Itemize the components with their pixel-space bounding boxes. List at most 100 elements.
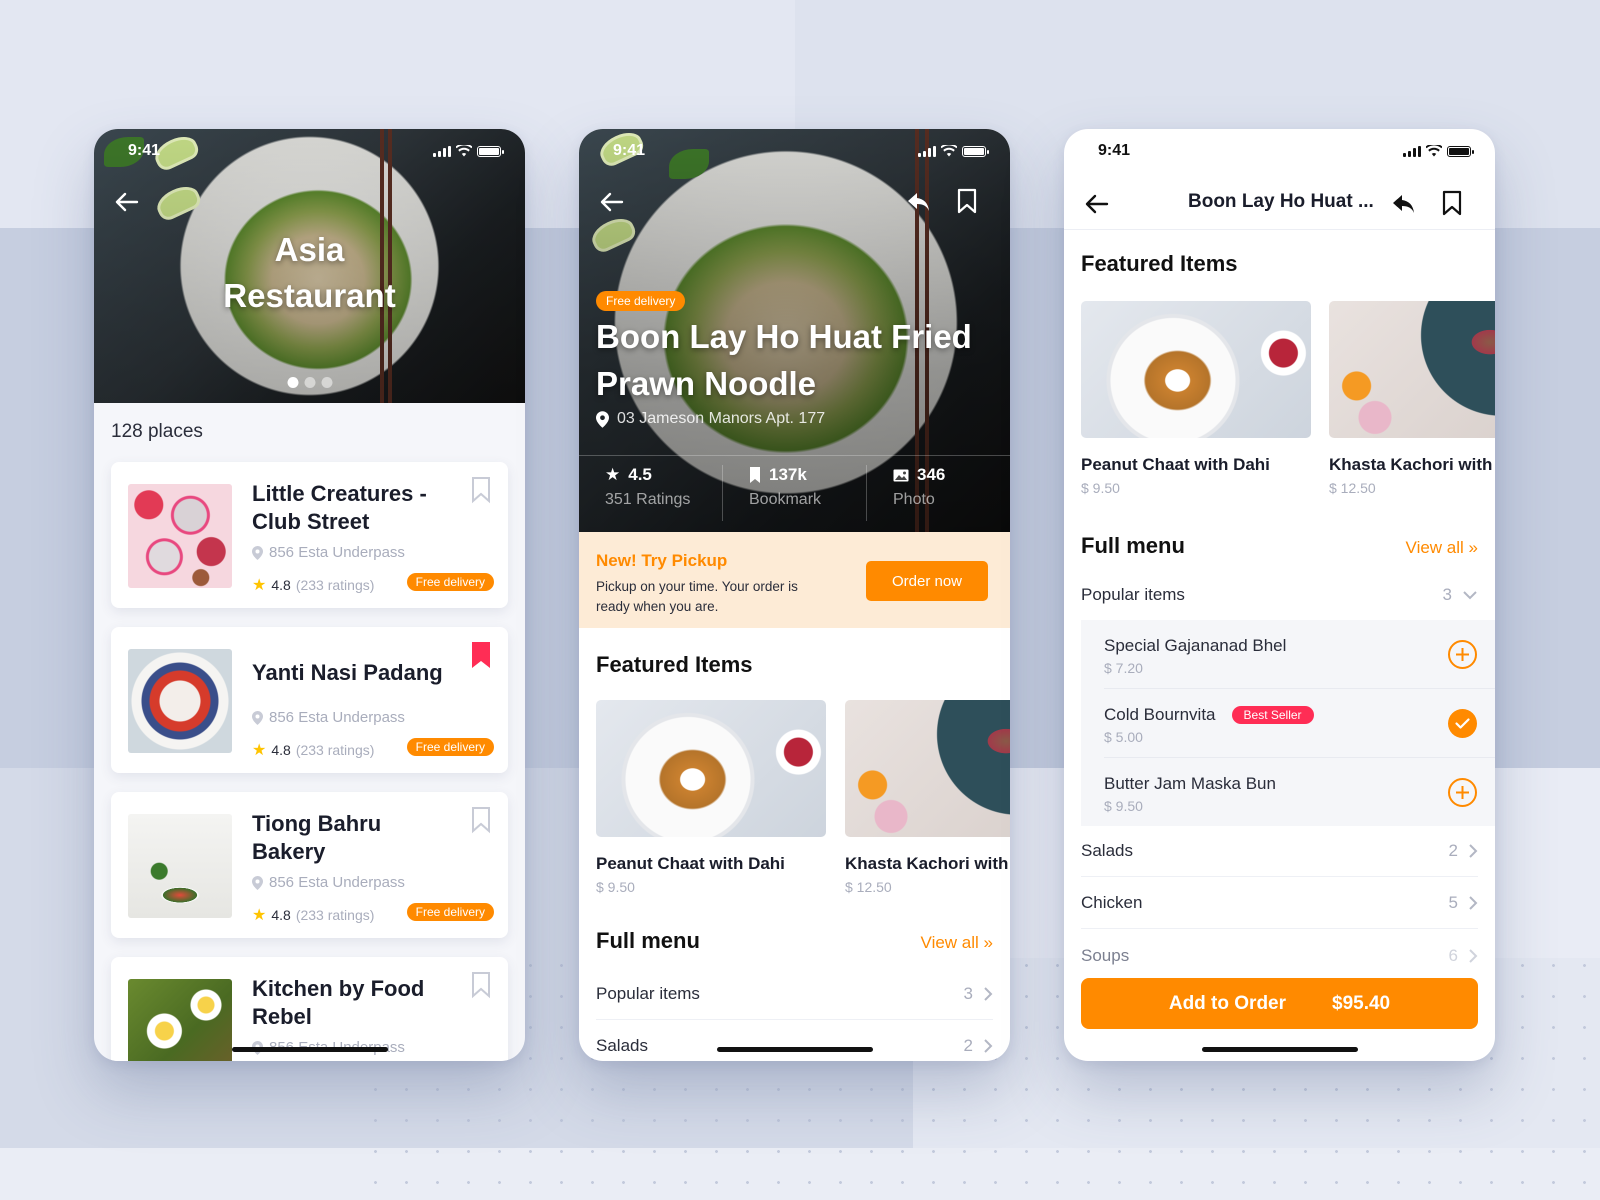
popular-items-list: Special Gajananad Bhel $ 7.20 Cold Bourn… xyxy=(1081,620,1495,826)
back-button[interactable] xyxy=(1082,189,1112,219)
arrow-left-icon xyxy=(1085,194,1109,214)
status-icons xyxy=(1403,145,1474,157)
home-indicator xyxy=(231,1047,388,1052)
featured-item-image xyxy=(845,700,1010,837)
stats-row: ★ 4.5 351 Ratings 137k Bookmark 346 Photo xyxy=(579,465,1010,521)
share-button[interactable] xyxy=(1389,189,1419,219)
status-bar: 9:41 xyxy=(94,129,525,173)
address-text: 856 Esta Underpass xyxy=(269,544,405,561)
pager-dot[interactable] xyxy=(321,377,332,388)
restaurant-menu-screen: 9:41 Boon Lay Ho Huat ... Featured Items… xyxy=(1064,129,1495,1061)
free-delivery-badge: Free delivery xyxy=(406,573,494,591)
featured-item-price: $ 12.50 xyxy=(1329,480,1376,496)
bookmark-icon xyxy=(957,188,977,214)
restaurant-thumbnail xyxy=(128,814,232,918)
stat-label: 351 Ratings xyxy=(605,491,691,508)
signal-icon xyxy=(433,145,451,157)
stat-photos[interactable]: 346 Photo xyxy=(867,465,1010,521)
restaurant-thumbnail xyxy=(128,649,232,753)
pager-dot[interactable] xyxy=(287,377,298,388)
reply-arrow-icon xyxy=(1393,195,1414,213)
restaurant-rating: ★ 4.8 (233 ratings) xyxy=(252,740,374,760)
menu-category-row[interactable]: Popular items 3 xyxy=(596,969,993,1020)
menu-category-row-expanded[interactable]: Popular items 3 xyxy=(1081,569,1478,620)
bookmark-button[interactable] xyxy=(952,186,982,216)
menu-item-name: Cold Bournvita xyxy=(1104,705,1216,724)
stat-bookmarks[interactable]: 137k Bookmark xyxy=(723,465,867,521)
menu-item[interactable]: Butter Jam Maska Bun $ 9.50 xyxy=(1104,758,1495,827)
chevron-right-icon xyxy=(984,987,993,1001)
menu-item-price: $ 9.50 xyxy=(1104,798,1143,814)
carousel-pager xyxy=(287,377,332,388)
check-circle-icon[interactable] xyxy=(1447,708,1478,739)
chevron-right-icon xyxy=(1469,896,1478,910)
featured-item-card[interactable]: Peanut Chaat with Dahi $ 9.50 xyxy=(596,700,826,895)
bookmark-icon[interactable] xyxy=(470,476,492,504)
restaurant-card[interactable]: Yanti Nasi Padang 856 Esta Underpass ★ 4… xyxy=(111,627,508,773)
back-button[interactable] xyxy=(597,187,627,217)
address-text: 856 Esta Underpass xyxy=(269,874,405,891)
bookmark-icon[interactable] xyxy=(470,806,492,834)
location-pin-icon xyxy=(252,545,263,560)
category-count: 2 xyxy=(1448,841,1458,860)
restaurant-card[interactable]: Little Creatures - Club Street 856 Esta … xyxy=(111,462,508,608)
full-menu-heading: Full menu xyxy=(1081,533,1185,558)
restaurant-address: 03 Jameson Manors Apt. 177 xyxy=(596,410,825,428)
featured-item-name: Khasta Kachori with xyxy=(845,854,1009,873)
featured-item-card[interactable]: Khasta Kachori with $ 12.50 xyxy=(845,700,1010,895)
menu-category-row[interactable]: Soups 6 xyxy=(1081,930,1478,981)
promo-description: Pickup on your time. Your order is ready… xyxy=(596,579,798,614)
restaurant-card[interactable]: Kitchen by Food Rebel 856 Esta Underpass xyxy=(111,957,508,1061)
share-button[interactable] xyxy=(904,187,934,217)
full-menu-heading: Full menu xyxy=(596,928,700,953)
places-count: 128 places xyxy=(111,421,203,442)
rating-value: 4.8 xyxy=(271,742,291,758)
bookmark-icon[interactable] xyxy=(470,971,492,999)
chevron-right-icon xyxy=(984,1038,993,1053)
address-text: 03 Jameson Manors Apt. 177 xyxy=(617,410,826,427)
order-now-button[interactable]: Order now xyxy=(866,561,988,601)
status-time: 9:41 xyxy=(128,142,161,159)
restaurant-name: Kitchen by Food Rebel xyxy=(252,976,425,1029)
star-icon: ★ xyxy=(252,577,267,594)
stat-value: 346 xyxy=(917,465,946,484)
view-all-link[interactable]: View all » xyxy=(1406,538,1478,558)
free-delivery-badge: Free delivery xyxy=(596,291,686,311)
featured-item-image xyxy=(1081,301,1311,438)
add-to-order-button[interactable]: Add to Order $95.40 xyxy=(1081,978,1478,1029)
add-to-order-label: Add to Order xyxy=(1168,992,1287,1014)
signal-icon xyxy=(1403,145,1421,157)
bookmark-button[interactable] xyxy=(1437,188,1467,218)
featured-item-card[interactable]: Peanut Chaat with Dahi $ 9.50 xyxy=(1081,301,1311,496)
menu-category-row[interactable]: Chicken 5 xyxy=(1081,878,1478,929)
restaurant-rating: ★ 4.8 (233 ratings) xyxy=(252,575,374,595)
hero-title-line: Asia xyxy=(274,231,345,268)
free-delivery-badge: Free delivery xyxy=(406,903,494,921)
home-indicator xyxy=(1201,1047,1358,1052)
restaurant-card[interactable]: Tiong Bahru Bakery 856 Esta Underpass ★ … xyxy=(111,792,508,938)
category-count: 6 xyxy=(1448,945,1458,965)
menu-category-row[interactable]: Salads 2 xyxy=(1081,826,1478,877)
featured-item-price: $ 9.50 xyxy=(1081,480,1120,496)
featured-item-card[interactable]: Khasta Kachori with $ 12.50 xyxy=(1329,301,1495,496)
status-icons xyxy=(918,145,989,157)
restaurant-name: Tiong Bahru Bakery xyxy=(252,811,382,864)
view-all-link[interactable]: View all » xyxy=(921,933,993,953)
category-count: 5 xyxy=(1448,893,1458,912)
chevron-right-icon xyxy=(1469,948,1478,963)
pager-dot[interactable] xyxy=(304,377,315,388)
add-circle-icon[interactable] xyxy=(1447,777,1478,808)
menu-category-row[interactable]: Salads 2 xyxy=(596,1020,993,1061)
wifi-icon xyxy=(456,145,472,157)
add-circle-icon[interactable] xyxy=(1447,639,1478,670)
back-button[interactable] xyxy=(112,187,142,217)
battery-icon xyxy=(1447,145,1474,157)
wifi-icon xyxy=(1426,145,1442,157)
star-icon: ★ xyxy=(605,465,621,484)
menu-item[interactable]: Special Gajananad Bhel $ 7.20 xyxy=(1104,620,1495,689)
stat-ratings[interactable]: ★ 4.5 351 Ratings xyxy=(579,465,723,521)
featured-items-heading: Featured Items xyxy=(1081,251,1238,276)
menu-item[interactable]: Cold Bournvita Best Seller $ 5.00 xyxy=(1104,689,1495,758)
category-name: Soups xyxy=(1081,945,1130,965)
bookmark-filled-icon[interactable] xyxy=(470,641,492,669)
